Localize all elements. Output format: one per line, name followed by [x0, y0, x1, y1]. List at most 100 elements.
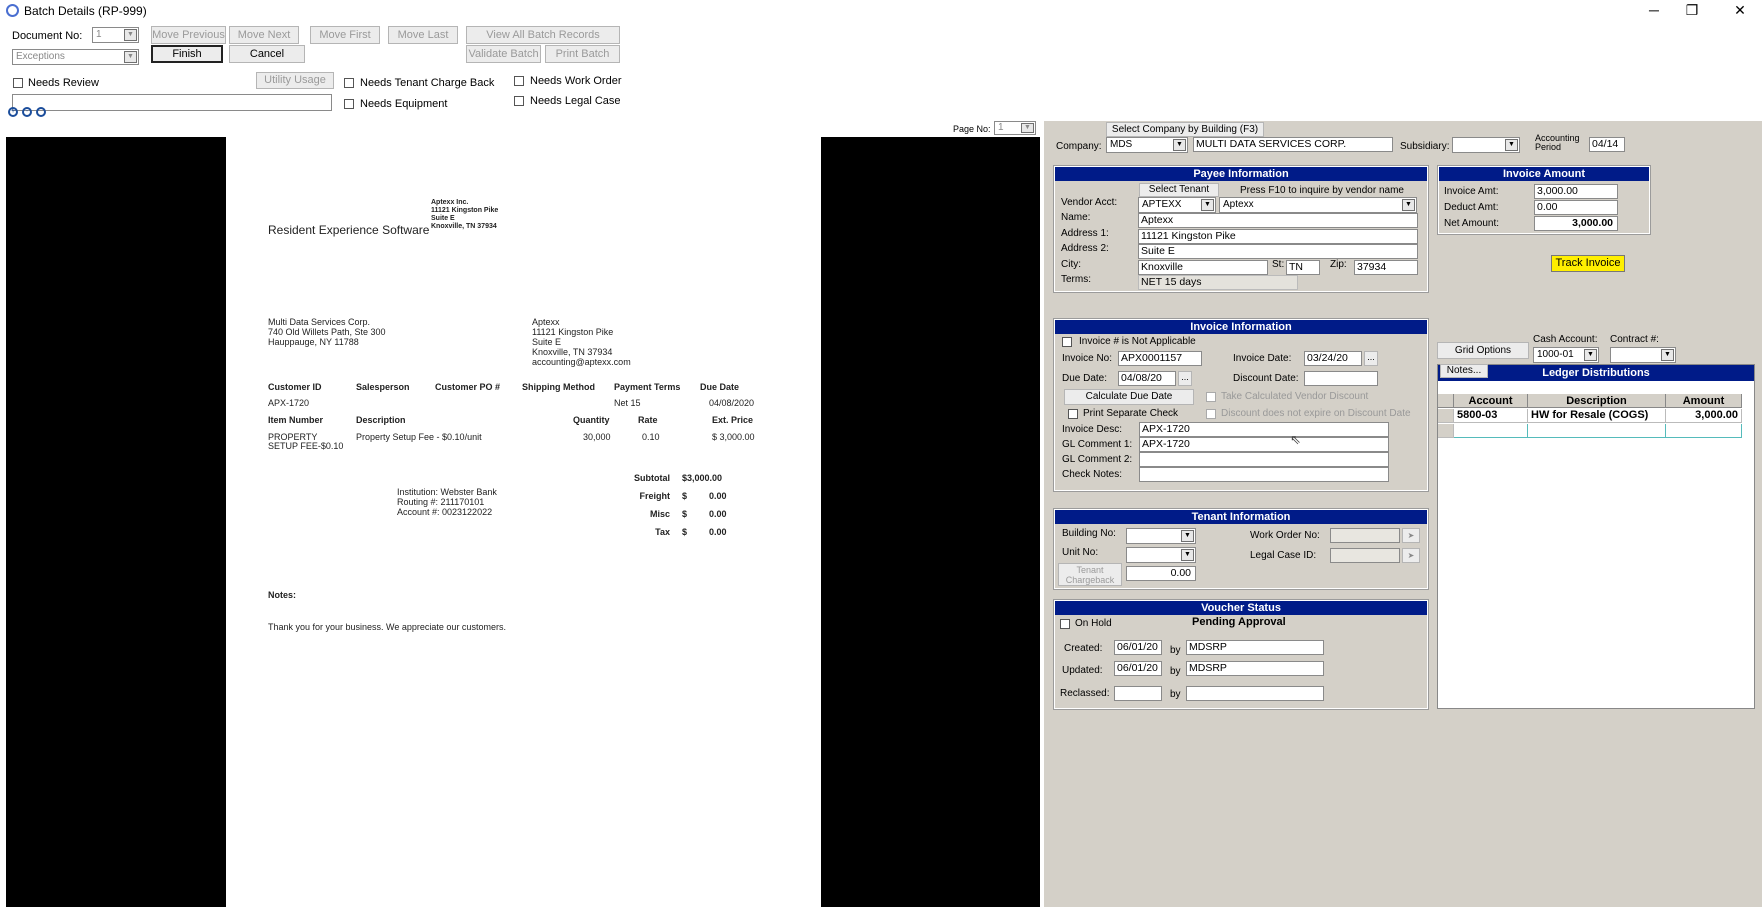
city-field[interactable]: Knoxville: [1138, 260, 1268, 275]
tenant-chargeback-button[interactable]: Tenant Chargeback: [1058, 563, 1122, 586]
needs-equipment-checkbox[interactable]: [344, 99, 354, 109]
zoom-in-icon[interactable]: +: [8, 107, 18, 117]
item-description: Property Setup Fee - $0.10/unit: [356, 432, 482, 442]
needs-tenant-charge-back-checkbox[interactable]: [344, 78, 354, 88]
print-batch-button[interactable]: Print Batch: [545, 45, 620, 63]
col-header: Shipping Method: [522, 382, 595, 392]
zoom-fit-icon[interactable]: [36, 107, 46, 117]
table-row[interactable]: 5800-03 HW for Resale (COGS) 3,000.00: [1438, 409, 1754, 425]
gl-comment2-field[interactable]: [1139, 452, 1389, 467]
select-tenant-button[interactable]: Select Tenant: [1139, 183, 1219, 197]
vendor-name-value: Aptexx: [1223, 199, 1254, 210]
cell-description-new[interactable]: [1528, 424, 1666, 438]
gl-comment1-field[interactable]: APX-1720: [1139, 437, 1389, 452]
gl-comment2-label: GL Comment 2:: [1062, 454, 1133, 465]
tenant-chargeback-amount-field[interactable]: 0.00: [1126, 566, 1196, 581]
legal-case-id-field[interactable]: [1330, 548, 1400, 563]
zip-field[interactable]: 37934: [1354, 260, 1418, 275]
section-header: Invoice Amount: [1439, 167, 1649, 181]
cell-account-new[interactable]: [1454, 424, 1528, 438]
work-order-no-field[interactable]: [1330, 528, 1400, 543]
due-date-field[interactable]: 04/08/20: [1118, 371, 1176, 386]
select-company-button[interactable]: Select Company by Building (F3): [1106, 122, 1264, 137]
reclassed-label: Reclassed:: [1060, 688, 1110, 699]
notes-button[interactable]: Notes...: [1440, 364, 1488, 378]
restore-button[interactable]: ❐: [1672, 0, 1712, 22]
minimize-button[interactable]: ─: [1634, 0, 1674, 22]
needs-review-checkbox[interactable]: [13, 78, 23, 88]
building-no-select[interactable]: ▼: [1126, 528, 1196, 544]
on-hold-checkbox[interactable]: [1060, 619, 1070, 629]
needs-legal-case-checkbox[interactable]: [514, 96, 524, 106]
move-last-button[interactable]: Move Last: [388, 26, 458, 44]
page-no-select[interactable]: 1 ▼: [994, 121, 1036, 135]
updated-date-field: 06/01/20: [1114, 661, 1162, 676]
legal-case-lookup-icon[interactable]: ➤: [1402, 548, 1420, 563]
needs-equipment-label: Needs Equipment: [360, 98, 448, 110]
payee-name-field[interactable]: Aptexx: [1138, 213, 1418, 228]
review-notes-input[interactable]: [12, 94, 332, 111]
due-date-picker-button[interactable]: ...: [1178, 371, 1192, 386]
vendor-name-select[interactable]: Aptexx ▼: [1219, 197, 1417, 213]
row-selector[interactable]: [1438, 409, 1454, 423]
address1-field[interactable]: 11121 Kingston Pike: [1138, 229, 1418, 244]
needs-work-order-checkbox[interactable]: [514, 76, 524, 86]
view-all-batch-button[interactable]: View All Batch Records: [466, 26, 620, 44]
accounting-period-field[interactable]: 04/14: [1589, 137, 1625, 152]
invoice-not-applicable-checkbox[interactable]: [1062, 337, 1072, 347]
deduct-amt-field[interactable]: 0.00: [1534, 200, 1618, 215]
invoice-amt-field[interactable]: 3,000.00: [1534, 184, 1618, 199]
cash-account-select[interactable]: 1000-01 ▼: [1533, 347, 1599, 363]
cell-amount-new[interactable]: [1666, 424, 1742, 438]
close-button[interactable]: ✕: [1720, 0, 1760, 22]
unit-no-label: Unit No:: [1062, 547, 1099, 558]
finish-button[interactable]: Finish: [151, 45, 223, 63]
subsidiary-select[interactable]: ▼: [1452, 137, 1520, 153]
cell-description[interactable]: HW for Resale (COGS): [1528, 409, 1666, 423]
unit-no-select[interactable]: ▼: [1126, 547, 1196, 563]
document-no-select[interactable]: 1 ▼: [92, 27, 139, 43]
move-first-button[interactable]: Move First: [310, 26, 380, 44]
company-code-select[interactable]: MDS ▼: [1106, 137, 1188, 153]
check-notes-field[interactable]: [1139, 467, 1389, 482]
calculate-due-date-button[interactable]: Calculate Due Date: [1064, 389, 1194, 405]
zoom-out-icon[interactable]: -: [22, 107, 32, 117]
col-amount[interactable]: Amount: [1666, 394, 1742, 408]
cancel-button[interactable]: Cancel: [229, 45, 305, 63]
contract-select[interactable]: ▼: [1610, 347, 1676, 363]
discount-no-expire-checkbox[interactable]: [1206, 409, 1216, 419]
check-notes-label: Check Notes:: [1062, 469, 1123, 480]
table-row-new[interactable]: [1438, 424, 1754, 439]
cell-amount[interactable]: 3,000.00: [1666, 409, 1742, 423]
track-invoice-button[interactable]: Track Invoice: [1551, 255, 1625, 272]
total-amount: 0.00: [709, 527, 727, 537]
row-selector[interactable]: [1438, 424, 1454, 438]
col-header: Salesperson: [356, 382, 410, 392]
vendor-acct-select[interactable]: APTEXX ▼: [1138, 197, 1216, 213]
col-description[interactable]: Description: [1528, 394, 1666, 408]
company-name-field[interactable]: MULTI DATA SERVICES CORP.: [1193, 137, 1393, 152]
cell-account[interactable]: 5800-03: [1454, 409, 1528, 423]
on-hold-label: On Hold: [1075, 618, 1112, 629]
gl-comment1-label: GL Comment 1:: [1062, 439, 1133, 450]
address2-field[interactable]: Suite E: [1138, 244, 1418, 259]
invoice-no-field[interactable]: APX0001157: [1118, 351, 1202, 366]
invoice-desc-field[interactable]: APX-1720: [1139, 422, 1389, 437]
col-account[interactable]: Account: [1454, 394, 1528, 408]
work-order-lookup-icon[interactable]: ➤: [1402, 528, 1420, 543]
view-filter-select[interactable]: Exceptions ▼: [12, 49, 139, 65]
grid-options-button[interactable]: Grid Options: [1437, 342, 1529, 359]
move-next-button[interactable]: Move Next: [229, 26, 299, 44]
move-previous-button[interactable]: Move Previous: [151, 26, 226, 44]
invoice-desc-label: Invoice Desc:: [1062, 424, 1123, 435]
invoice-date-picker-button[interactable]: ...: [1364, 351, 1378, 366]
vendor-header-line: Suite E: [431, 215, 455, 222]
take-calculated-discount-checkbox[interactable]: [1206, 392, 1216, 402]
invoice-date-field[interactable]: 03/24/20: [1304, 351, 1362, 366]
state-field[interactable]: TN: [1286, 260, 1320, 275]
print-separate-check-checkbox[interactable]: [1068, 409, 1078, 419]
utility-usage-button[interactable]: Utility Usage: [256, 72, 334, 89]
discount-date-field[interactable]: [1304, 371, 1378, 386]
validate-batch-button[interactable]: Validate Batch: [466, 45, 541, 63]
view-filter-value: Exceptions: [16, 51, 65, 62]
